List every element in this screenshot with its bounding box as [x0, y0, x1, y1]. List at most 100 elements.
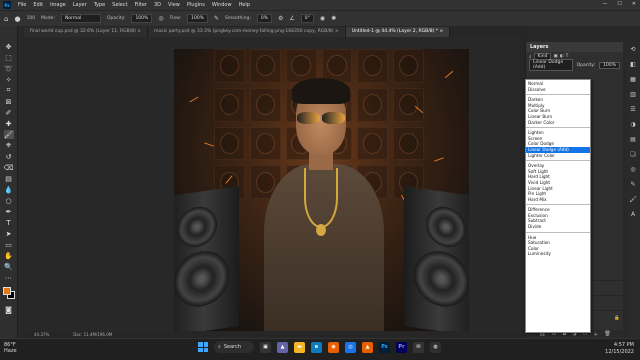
pressure-size-icon[interactable]: ◉: [320, 15, 325, 22]
lasso-tool-icon[interactable]: ➰: [4, 64, 14, 73]
panel-icons-column: ⟲ ◧ ▦ ▥ ☰ ◑ ▤ ❏ ◎ ✎ 🖌 A: [626, 42, 640, 338]
brush-settings-icon[interactable]: 🖌: [629, 196, 637, 203]
menu-file[interactable]: File: [18, 2, 26, 8]
photoshop-taskbar-icon[interactable]: Ps: [379, 341, 390, 353]
history-brush-tool-icon[interactable]: ↺: [4, 152, 14, 161]
menu-select[interactable]: Select: [112, 2, 127, 8]
artboard-image[interactable]: [174, 49, 469, 331]
mode-label: Mode:: [41, 16, 55, 21]
hand-tool-icon[interactable]: ✋: [4, 251, 14, 260]
adjustments-icon[interactable]: ◑: [630, 121, 635, 128]
flow-field[interactable]: 100%: [187, 14, 208, 23]
symmetry-icon[interactable]: ✺: [331, 15, 336, 22]
brush-preset-icon[interactable]: ●: [14, 15, 20, 23]
move-tool-icon[interactable]: ✥: [4, 42, 14, 51]
menu-edit[interactable]: Edit: [33, 2, 43, 8]
blend-mode-option[interactable]: Divide: [526, 224, 590, 230]
foreground-color-swatch[interactable]: [2, 287, 11, 295]
healing-tool-icon[interactable]: ✚: [4, 119, 14, 128]
history-icon[interactable]: ⟲: [630, 46, 635, 53]
menu-image[interactable]: Image: [50, 2, 66, 8]
new-layer-icon[interactable]: ＋: [593, 331, 598, 338]
blend-mode-option[interactable]: Hard Mix: [526, 197, 590, 203]
libraries-icon[interactable]: ▤: [630, 136, 636, 143]
mode-select[interactable]: Normal: [60, 14, 101, 23]
layers-icon[interactable]: ❏: [630, 151, 635, 158]
layer-opacity-field[interactable]: 100%: [599, 61, 620, 69]
airbrush-icon[interactable]: ✎: [214, 15, 219, 22]
marquee-tool-icon[interactable]: ⬚: [4, 53, 14, 62]
chrome-icon[interactable]: ◎: [345, 341, 356, 353]
blend-mode-option[interactable]: Darker Color: [526, 120, 590, 126]
type-tool-icon[interactable]: T: [4, 218, 14, 227]
shape-tool-icon[interactable]: ▭: [4, 240, 14, 249]
canvas-area[interactable]: [24, 37, 520, 331]
menu-3d[interactable]: 3D: [154, 2, 161, 8]
color-swatches[interactable]: [2, 287, 15, 299]
blend-mode-option[interactable]: Luminosity: [526, 251, 590, 257]
color-icon[interactable]: ◧: [630, 61, 636, 68]
delete-layer-icon[interactable]: 🗑: [604, 331, 610, 337]
pressure-opacity-icon[interactable]: ◎: [158, 15, 163, 22]
blend-mode-option[interactable]: Lighter Color: [526, 153, 590, 159]
system-tray[interactable]: 4:57 PM 12/15/2022: [605, 342, 634, 356]
smoothing-field[interactable]: 0%: [256, 14, 272, 23]
layers-panel-title[interactable]: Layers: [526, 42, 623, 52]
menu-type[interactable]: Type: [94, 2, 105, 8]
tab-untitled-1[interactable]: Untitled-1 @ 44.4% (Layer 2, RGB/8) * ×: [345, 27, 451, 37]
channels-icon[interactable]: ◎: [630, 166, 635, 173]
quick-select-tool-icon[interactable]: ✧: [4, 75, 14, 84]
settings-gear-icon[interactable]: ⚙: [278, 15, 283, 22]
minimize-icon[interactable]: —: [602, 1, 607, 7]
dodge-tool-icon[interactable]: ○: [4, 196, 14, 205]
frame-tool-icon[interactable]: ⊠: [4, 97, 14, 106]
zoom-level[interactable]: 44.37%: [34, 332, 49, 337]
mail-icon[interactable]: ✉: [413, 341, 424, 353]
menu-filter[interactable]: Filter: [135, 2, 147, 8]
weather-widget[interactable]: 86°F Haze: [4, 342, 17, 354]
character-icon[interactable]: A: [631, 211, 635, 218]
edge-icon[interactable]: e: [311, 341, 322, 353]
premiere-taskbar-icon[interactable]: Pr: [396, 341, 407, 353]
menu-layer[interactable]: Layer: [73, 2, 87, 8]
maximize-icon[interactable]: ☐: [617, 1, 621, 7]
blend-mode-select[interactable]: Linear Dodge (Add): [529, 59, 573, 71]
windows-start-icon[interactable]: [198, 342, 208, 352]
home-icon[interactable]: ⌂: [4, 15, 8, 23]
tab-final-world-cup[interactable]: final world cup.psd @ 32.6% (Layer 11, R…: [24, 27, 149, 37]
menu-view[interactable]: View: [168, 2, 180, 8]
properties-icon[interactable]: ☰: [630, 106, 635, 113]
file-explorer-icon[interactable]: ▬: [294, 341, 305, 353]
gradient-tool-icon[interactable]: ▤: [4, 174, 14, 183]
angle-field[interactable]: 0°: [300, 14, 314, 23]
firefox-icon[interactable]: ◉: [328, 341, 339, 353]
zoom-tool-icon[interactable]: 🔍: [4, 262, 14, 271]
photoshop-logo[interactable]: Ps: [3, 1, 11, 9]
teams-chat-icon[interactable]: ▲: [277, 341, 288, 353]
eraser-tool-icon[interactable]: ⌫: [4, 163, 14, 172]
blur-tool-icon[interactable]: 💧: [4, 185, 14, 194]
taskbar-search[interactable]: ⌕ Search: [214, 341, 254, 353]
crop-tool-icon[interactable]: ⌗: [4, 86, 14, 95]
menu-plugins[interactable]: Plugins: [187, 2, 205, 8]
quick-mask-icon[interactable]: ◙: [4, 305, 14, 314]
opacity-field[interactable]: 100%: [131, 14, 153, 23]
tab-music-party[interactable]: music party.psd @ 33.3% (pngkey.com-mone…: [148, 27, 346, 37]
task-view-icon[interactable]: ▣: [260, 341, 271, 353]
eyedropper-tool-icon[interactable]: ✐: [4, 108, 14, 117]
vlc-icon[interactable]: ▲: [362, 341, 373, 353]
menu-window[interactable]: Window: [212, 2, 232, 8]
path-select-tool-icon[interactable]: ➤: [4, 229, 14, 238]
clone-stamp-tool-icon[interactable]: ⎈: [4, 141, 14, 150]
blend-mode-option[interactable]: Dissolve: [526, 87, 590, 93]
close-icon[interactable]: ✕: [632, 1, 636, 7]
speaker-left: [174, 186, 239, 331]
brush-tool-icon[interactable]: 🖌: [3, 130, 14, 139]
paths-icon[interactable]: ✎: [630, 181, 635, 188]
menu-help[interactable]: Help: [239, 2, 250, 8]
pen-tool-icon[interactable]: ✒: [4, 207, 14, 216]
obs-icon[interactable]: ◍: [430, 341, 441, 353]
gradients-icon[interactable]: ▥: [630, 91, 636, 98]
more-tools-icon[interactable]: ⋯: [4, 273, 14, 282]
swatches-icon[interactable]: ▦: [630, 76, 636, 83]
